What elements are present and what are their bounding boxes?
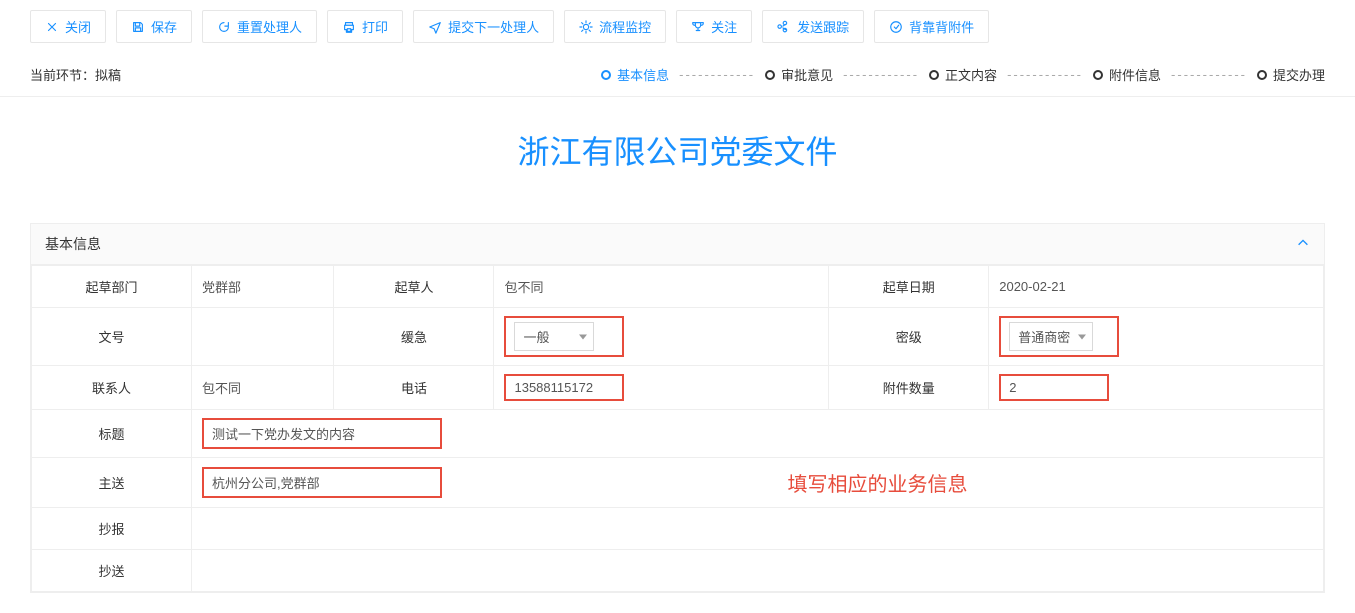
- step-dot-icon: [1093, 70, 1103, 80]
- step-attach[interactable]: 附件信息: [1093, 65, 1161, 84]
- contact-label: 联系人: [32, 366, 192, 410]
- step-dot-icon: [601, 70, 611, 80]
- save-button[interactable]: 保存: [116, 10, 192, 43]
- mainsend-input[interactable]: 杭州分公司,党群部: [202, 467, 442, 498]
- annotation-text: 填写相应的业务信息: [442, 466, 1313, 499]
- docno-value[interactable]: [192, 308, 334, 366]
- step-separator: ------------: [1007, 67, 1083, 82]
- contact-value: 包不同: [192, 366, 334, 410]
- toolbar: 关闭 保存 重置处理人 打印 提交下一处理人 流程监控 关注 发送跟踪 背靠背附件: [0, 0, 1355, 53]
- button-label: 提交下一处理人: [448, 17, 539, 36]
- step-label: 基本信息: [617, 65, 669, 84]
- date-label: 起草日期: [829, 266, 989, 308]
- dept-value: 党群部: [192, 266, 334, 308]
- secrecy-select[interactable]: 普通商密: [1009, 322, 1093, 351]
- step-separator: ------------: [679, 67, 755, 82]
- step-separator: ------------: [1171, 67, 1247, 82]
- follow-button[interactable]: 关注: [676, 10, 752, 43]
- drafter-label: 起草人: [334, 266, 494, 308]
- drafter-value: 包不同: [494, 266, 829, 308]
- close-button[interactable]: 关闭: [30, 10, 106, 43]
- attcount-label: 附件数量: [829, 366, 989, 410]
- share-icon: [777, 20, 791, 34]
- dept-label: 起草部门: [32, 266, 192, 308]
- copyreport-input[interactable]: [192, 508, 1324, 550]
- secrecy-highlight: 普通商密: [999, 316, 1119, 357]
- button-label: 关注: [711, 17, 737, 36]
- button-label: 关闭: [65, 17, 91, 36]
- section-basic-info: 基本信息 起草部门 党群部 起草人 包不同 起草日期 2020-02-21 文号…: [30, 223, 1325, 593]
- submit-next-button[interactable]: 提交下一处理人: [413, 10, 554, 43]
- docno-label: 文号: [32, 308, 192, 366]
- button-label: 流程监控: [599, 17, 651, 36]
- urgency-highlight: 一般: [504, 316, 624, 357]
- process-monitor-button[interactable]: 流程监控: [564, 10, 666, 43]
- print-icon: [342, 20, 356, 34]
- save-icon: [131, 20, 145, 34]
- secrecy-label: 密级: [829, 308, 989, 366]
- button-label: 背靠背附件: [909, 17, 974, 36]
- step-dot-icon: [765, 70, 775, 80]
- button-label: 保存: [151, 17, 177, 36]
- step-separator: ------------: [843, 67, 919, 82]
- button-label: 重置处理人: [237, 17, 302, 36]
- step-label: 附件信息: [1109, 65, 1161, 84]
- section-title: 基本信息: [45, 234, 101, 254]
- send-icon: [428, 20, 442, 34]
- step-nav: 基本信息 ------------ 审批意见 ------------ 正文内容 ----…: [121, 65, 1325, 84]
- urgency-label: 缓急: [334, 308, 494, 366]
- step-approval[interactable]: 审批意见: [765, 65, 833, 84]
- step-label: 提交办理: [1273, 65, 1325, 84]
- attcount-input[interactable]: 2: [999, 374, 1109, 401]
- reload-icon: [217, 20, 231, 34]
- phone-input[interactable]: 13588115172: [504, 374, 624, 401]
- close-icon: [45, 20, 59, 34]
- button-label: 打印: [362, 17, 388, 36]
- button-label: 发送跟踪: [797, 17, 849, 36]
- date-value: 2020-02-21: [989, 266, 1324, 308]
- section-header[interactable]: 基本信息: [31, 224, 1324, 265]
- back-attachment-button[interactable]: 背靠背附件: [874, 10, 989, 43]
- status-label: 当前环节：: [30, 68, 95, 83]
- step-submit[interactable]: 提交办理: [1257, 65, 1325, 84]
- status-bar: 当前环节：拟稿 基本信息 ------------ 审批意见 ------------…: [0, 53, 1355, 97]
- status-value: 拟稿: [95, 68, 121, 83]
- title-label: 标题: [32, 410, 192, 458]
- mainsend-label: 主送: [32, 458, 192, 508]
- copysend-label: 抄送: [32, 550, 192, 592]
- current-step-label: 当前环节：拟稿: [30, 65, 121, 84]
- step-dot-icon: [929, 70, 939, 80]
- title-input[interactable]: 测试一下党办发文的内容: [202, 418, 442, 449]
- gear-icon: [579, 20, 593, 34]
- print-button[interactable]: 打印: [327, 10, 403, 43]
- copysend-input[interactable]: [192, 550, 1324, 592]
- reset-handler-button[interactable]: 重置处理人: [202, 10, 317, 43]
- page-title: 浙江有限公司党委文件: [0, 97, 1355, 223]
- step-label: 审批意见: [781, 65, 833, 84]
- copyreport-label: 抄报: [32, 508, 192, 550]
- form-table: 起草部门 党群部 起草人 包不同 起草日期 2020-02-21 文号 缓急 一…: [31, 265, 1324, 592]
- trophy-icon: [691, 20, 705, 34]
- urgency-select[interactable]: 一般: [514, 322, 594, 351]
- phone-label: 电话: [334, 366, 494, 410]
- step-label: 正文内容: [945, 65, 997, 84]
- send-tracking-button[interactable]: 发送跟踪: [762, 10, 864, 43]
- step-body[interactable]: 正文内容: [929, 65, 997, 84]
- step-basic[interactable]: 基本信息: [601, 65, 669, 84]
- badge-icon: [889, 20, 903, 34]
- chevron-up-icon: [1296, 236, 1310, 253]
- step-dot-icon: [1257, 70, 1267, 80]
